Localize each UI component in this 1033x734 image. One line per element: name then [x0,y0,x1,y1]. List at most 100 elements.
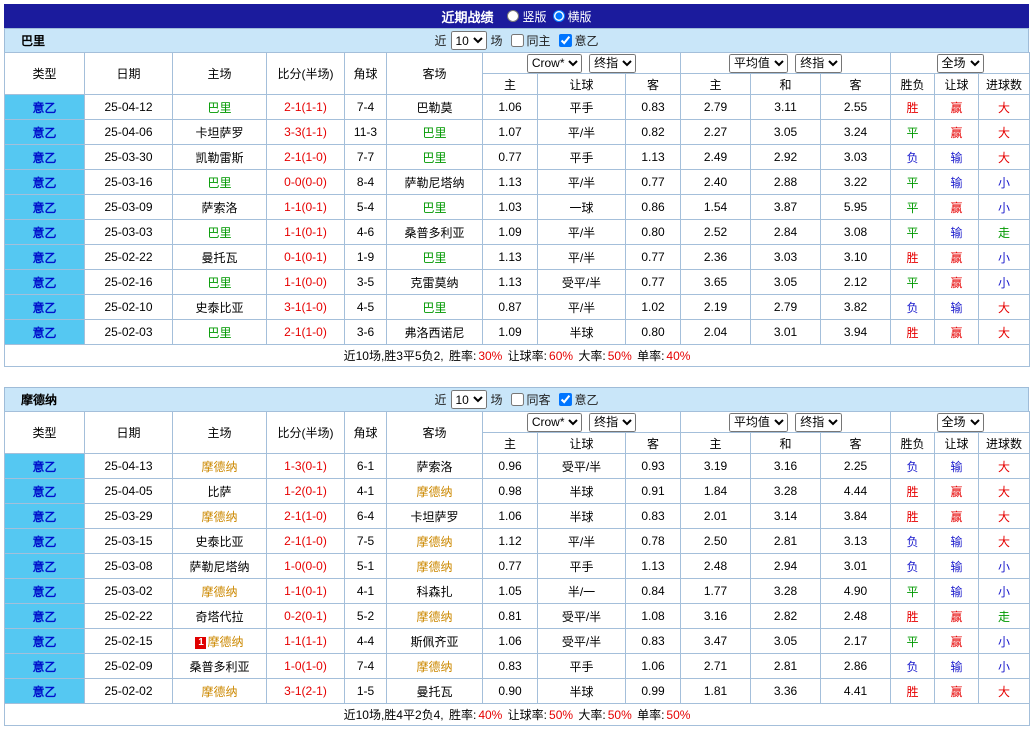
odds-stage-select[interactable]: 终指 [589,413,636,432]
euro-average-select[interactable]: 平均值 [729,413,788,432]
asian-home-odds: 1.13 [483,245,538,270]
match-row: 意乙25-03-03巴里1-1(0-1)4-6桑普多利亚1.09平/半0.802… [5,220,1030,245]
asian-home-odds: 0.96 [483,454,538,479]
match-count-select[interactable]: 10 [450,31,486,50]
scope-select[interactable]: 全场 [937,413,984,432]
avg-draw-odds: 3.01 [751,320,821,345]
matches-body: 意乙25-04-13摩德纳1-3(0-1)6-1萨索洛0.96受平/半0.933… [5,454,1030,726]
col-handicap-result: 让球 [935,433,979,454]
home-team: 巴里 [173,170,267,195]
col-eu-home: 主 [681,74,751,95]
avg-away-odds: 3.24 [821,120,891,145]
col-handicap-result: 让球 [935,74,979,95]
league-type-cell: 意乙 [5,95,85,120]
asian-handicap-line: 平/半 [538,120,626,145]
match-date: 25-04-05 [85,479,173,504]
asian-away-odds: 0.83 [626,95,681,120]
match-row: 意乙25-02-10史泰比亚3-1(1-0)4-5巴里0.87平/半1.022.… [5,295,1030,320]
asian-handicap-line: 半球 [538,504,626,529]
top-bar: 近期战绩 竖版 横版 [4,4,1029,28]
league-type-cell: 意乙 [5,245,85,270]
summary-part: 50% [549,708,573,722]
avg-away-odds: 3.84 [821,504,891,529]
avg-draw-odds: 2.81 [751,529,821,554]
asian-away-odds: 0.80 [626,320,681,345]
odds-provider-select[interactable]: Crow* [527,54,582,73]
asian-away-odds: 1.13 [626,554,681,579]
matches-body: 意乙25-04-12巴里2-1(1-1)7-4巴勒莫1.06平手0.832.79… [5,95,1030,367]
asian-away-odds: 0.77 [626,270,681,295]
col-goals-result: 进球数 [979,74,1030,95]
section-header-bar: 摩德纳 近 10 场 同客 意乙 [4,387,1029,411]
same-home-checkbox[interactable] [511,34,524,47]
avg-home-odds: 2.40 [681,170,751,195]
result-goals: 小 [979,629,1030,654]
asian-away-odds: 0.83 [626,504,681,529]
asian-away-odds: 1.13 [626,145,681,170]
away-team: 摩德纳 [387,654,483,679]
euro-average-select[interactable]: 平均值 [729,54,788,73]
odds-stage-select[interactable]: 终指 [589,54,636,73]
asian-handicap-line: 平/半 [538,170,626,195]
asian-home-odds: 1.12 [483,529,538,554]
layout-option-vertical[interactable]: 竖版 [507,8,546,25]
match-count-select[interactable]: 10 [450,390,486,409]
page-title: 近期战绩 [441,7,493,26]
asian-handicap-line: 平/半 [538,220,626,245]
league-type-cell: 意乙 [5,654,85,679]
match-row: 意乙25-02-03巴里2-1(1-0)3-6弗洛西诺尼1.09半球0.802.… [5,320,1030,345]
avg-home-odds: 2.71 [681,654,751,679]
away-team: 巴勒莫 [387,95,483,120]
vertical-layout-radio[interactable] [507,10,519,22]
asian-home-odds: 1.03 [483,195,538,220]
summary-part: 60% [549,349,573,363]
result-win-draw-loss: 平 [891,195,935,220]
same-away-checkbox[interactable] [511,393,524,406]
league-filter-checkbox[interactable] [559,34,572,47]
league-type-cell: 意乙 [5,145,85,170]
league-filter-checkbox[interactable] [559,393,572,406]
avg-home-odds: 1.84 [681,479,751,504]
match-date: 25-03-30 [85,145,173,170]
asian-home-odds: 1.13 [483,270,538,295]
games-label: 场 [490,32,502,49]
scope-select[interactable]: 全场 [937,54,984,73]
asian-odds-header: Crow* 终指 [483,53,681,74]
euro-stage-select[interactable]: 终指 [795,413,842,432]
match-score: 2-1(1-0) [267,529,345,554]
corner-score: 4-5 [345,295,387,320]
away-team: 巴里 [387,295,483,320]
result-win-draw-loss: 平 [891,170,935,195]
result-goals: 大 [979,454,1030,479]
avg-draw-odds: 3.16 [751,454,821,479]
col-away: 客场 [387,53,483,95]
away-team: 摩德纳 [387,554,483,579]
euro-stage-select[interactable]: 终指 [795,54,842,73]
horizontal-layout-radio[interactable] [553,10,565,22]
result-win-draw-loss: 平 [891,270,935,295]
asian-handicap-line: 平/半 [538,295,626,320]
result-goals: 小 [979,654,1030,679]
home-team: 巴里 [173,270,267,295]
asian-handicap-line: 半/一 [538,579,626,604]
avg-home-odds: 2.48 [681,554,751,579]
recent-summary: 近10场,胜3平5负2, 胜率:30% 让球率:60% 大率:50% 单率:40… [5,345,1030,367]
summary-part: 大率: [575,349,606,363]
odds-provider-select[interactable]: Crow* [527,413,582,432]
page: 近期战绩 竖版 横版 巴里 近 10 场 同主 意乙 [4,4,1029,726]
result-goals: 小 [979,579,1030,604]
col-eu-away: 客 [821,74,891,95]
asian-home-odds: 0.90 [483,679,538,704]
avg-away-odds: 2.55 [821,95,891,120]
asian-away-odds: 0.86 [626,195,681,220]
corner-score: 1-5 [345,679,387,704]
away-team: 摩德纳 [387,479,483,504]
home-team: 摩德纳 [173,504,267,529]
recent-matches-table: 类型 日期 主场 比分(半场) 角球 客场 Crow* 终指 平均值 终指 [4,411,1030,726]
avg-draw-odds: 2.84 [751,220,821,245]
layout-option-horizontal[interactable]: 横版 [553,8,592,25]
asian-handicap-line: 受平/半 [538,454,626,479]
games-label: 场 [490,391,502,408]
asian-away-odds: 1.08 [626,604,681,629]
result-win-draw-loss: 胜 [891,479,935,504]
